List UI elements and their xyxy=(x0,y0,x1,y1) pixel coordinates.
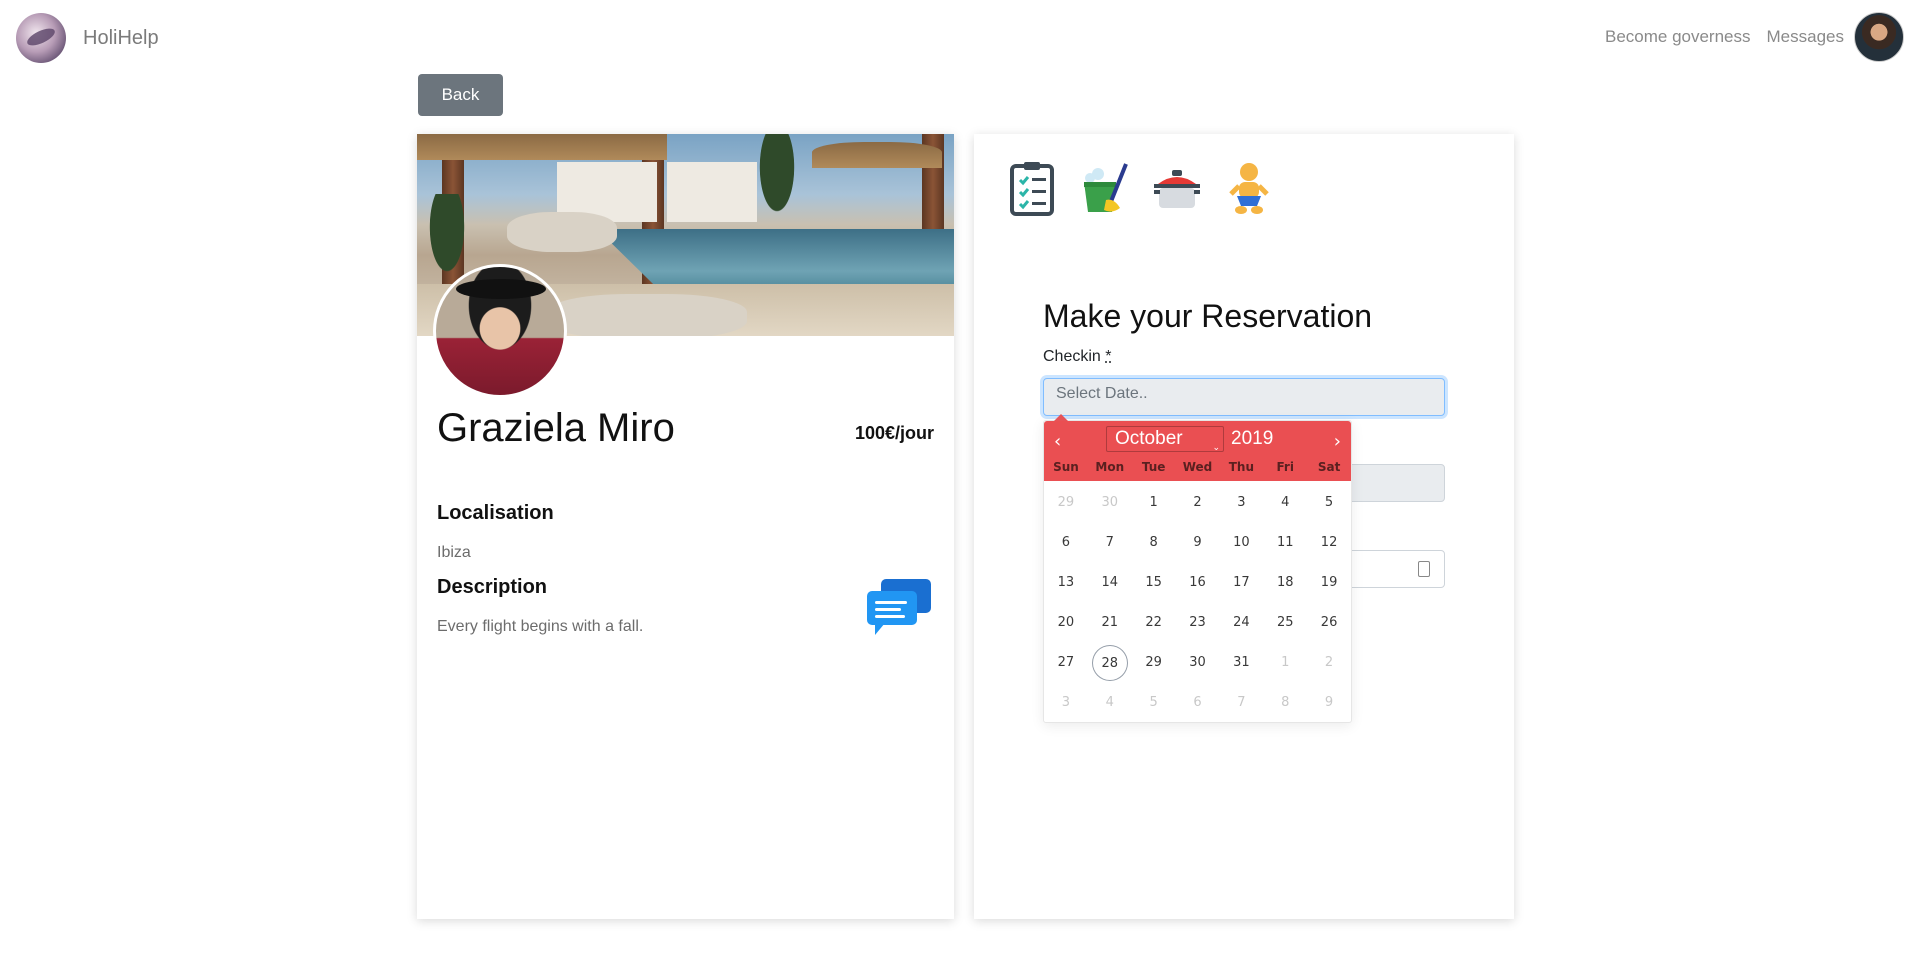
calendar-day[interactable]: 5 xyxy=(1311,485,1347,521)
calendar-day[interactable]: 15 xyxy=(1136,565,1172,601)
calendar-day[interactable]: 6 xyxy=(1180,685,1216,721)
calendar-day[interactable]: 30 xyxy=(1092,485,1128,521)
profile-name: Graziela Miro xyxy=(437,406,675,450)
user-avatar[interactable] xyxy=(1854,12,1904,62)
calendar-day-today[interactable]: 28 xyxy=(1091,645,1128,681)
calendar-day[interactable]: 21 xyxy=(1092,605,1128,641)
calendar-day[interactable]: 24 xyxy=(1223,605,1259,641)
calendar-day[interactable]: 9 xyxy=(1180,525,1216,561)
calendar-day[interactable]: 4 xyxy=(1267,485,1303,521)
calendar-day[interactable]: 31 xyxy=(1223,645,1259,681)
calendar-header: ‹ October ⌄ 2019 › Sun Mon Tue Wed Thu Fri Sat xyxy=(1044,421,1351,481)
calendar-day[interactable]: 1 xyxy=(1267,645,1303,681)
localisation-value: Ibiza xyxy=(437,544,471,561)
calendar-day[interactable]: 19 xyxy=(1311,565,1347,601)
weekday-label: Fri xyxy=(1276,460,1294,474)
calendar-day[interactable]: 6 xyxy=(1048,525,1084,561)
calendar-day[interactable]: 27 xyxy=(1048,645,1084,681)
calendar-day[interactable]: 25 xyxy=(1267,605,1303,641)
calendar-days: 29 30 1 2 3 4 5 6 7 8 9 10 11 12 13 14 15 16 17 18 19 20 21 22 2… xyxy=(1044,485,1351,721)
calendar-day[interactable]: 12 xyxy=(1311,525,1347,561)
cleaning-bucket-icon[interactable] xyxy=(1080,160,1130,216)
description-value: Every flight begins with a fall. xyxy=(437,618,644,635)
calendar-day[interactable]: 9 xyxy=(1311,685,1347,721)
nav-link-become-governess[interactable]: Become governess xyxy=(1605,27,1751,47)
calendar-day[interactable]: 29 xyxy=(1136,645,1172,681)
next-month-icon[interactable]: › xyxy=(1334,431,1341,452)
calendar-day[interactable]: 13 xyxy=(1048,565,1084,601)
calendar-day[interactable]: 8 xyxy=(1267,685,1303,721)
month-select[interactable]: October ⌄ xyxy=(1106,426,1224,452)
weekday-label: Tue xyxy=(1141,460,1166,474)
weekday-label: Sat xyxy=(1317,460,1341,474)
year-input[interactable]: 2019 xyxy=(1231,428,1273,450)
reservation-title: Make your Reservation xyxy=(1043,298,1373,334)
baby-icon[interactable] xyxy=(1224,160,1274,216)
calendar-day[interactable]: 2 xyxy=(1311,645,1347,681)
calendar-day[interactable]: 10 xyxy=(1223,525,1259,561)
navbar: HoliHelp Become governess Messages xyxy=(0,0,1920,76)
calendar-day[interactable]: 17 xyxy=(1223,565,1259,601)
nav-link-messages[interactable]: Messages xyxy=(1767,27,1844,47)
localisation-heading: Localisation xyxy=(437,502,554,524)
calendar-day[interactable]: 3 xyxy=(1048,685,1084,721)
back-button[interactable]: Back xyxy=(418,74,503,116)
profile-avatar xyxy=(433,264,567,398)
calendar-day[interactable]: 5 xyxy=(1136,685,1172,721)
service-icons xyxy=(1008,160,1296,216)
calendar-day[interactable]: 14 xyxy=(1092,565,1128,601)
clipboard-checklist-icon[interactable] xyxy=(1008,160,1058,216)
calendar-day[interactable]: 8 xyxy=(1136,525,1172,561)
month-label: October xyxy=(1115,428,1183,449)
calendar-day[interactable]: 30 xyxy=(1180,645,1216,681)
weekday-row: Sun Mon Tue Wed Thu Fri Sat xyxy=(1044,460,1351,474)
chat-icon[interactable] xyxy=(867,579,933,639)
checkin-date-input[interactable]: Select Date.. xyxy=(1043,378,1445,416)
profile-price: 100€/jour xyxy=(854,423,934,443)
brand-name: HoliHelp xyxy=(83,26,159,49)
calendar-day[interactable]: 3 xyxy=(1223,485,1259,521)
date-picker-calendar: ‹ October ⌄ 2019 › Sun Mon Tue Wed Thu Fri Sat… xyxy=(1043,414,1352,723)
calendar-day[interactable]: 26 xyxy=(1311,605,1347,641)
brand-logo xyxy=(16,13,66,63)
weekday-label: Mon xyxy=(1095,460,1125,474)
weekday-label: Wed xyxy=(1182,460,1213,474)
calendar-day[interactable]: 22 xyxy=(1136,605,1172,641)
calendar-day[interactable]: 29 xyxy=(1048,485,1084,521)
calendar-day[interactable]: 11 xyxy=(1267,525,1303,561)
calendar-day[interactable]: 1 xyxy=(1136,485,1172,521)
brand[interactable]: HoliHelp xyxy=(16,13,159,63)
checkin-label: Checkin * xyxy=(1043,348,1112,366)
checkin-label-text: Checkin xyxy=(1043,348,1101,365)
profile-card: Graziela Miro 100€/jour Localisation Ibi… xyxy=(417,134,954,919)
description-heading: Description xyxy=(437,576,548,598)
nav-right: Become governess Messages xyxy=(1589,12,1904,62)
calendar-icon xyxy=(1418,561,1430,577)
prev-month-icon[interactable]: ‹ xyxy=(1054,431,1061,452)
calendar-day[interactable]: 4 xyxy=(1092,685,1128,721)
calendar-day[interactable]: 20 xyxy=(1048,605,1084,641)
weekday-label: Thu xyxy=(1228,460,1254,474)
cooking-pot-icon[interactable] xyxy=(1152,160,1202,216)
weekday-label: Sun xyxy=(1053,460,1079,474)
calendar-day[interactable]: 16 xyxy=(1180,565,1216,601)
calendar-day[interactable]: 7 xyxy=(1092,525,1128,561)
calendar-day[interactable]: 7 xyxy=(1223,685,1259,721)
required-mark: * xyxy=(1105,348,1112,365)
chevron-down-icon: ⌄ xyxy=(1212,442,1220,452)
calendar-day[interactable]: 23 xyxy=(1180,605,1216,641)
calendar-day[interactable]: 2 xyxy=(1180,485,1216,521)
calendar-day[interactable]: 18 xyxy=(1267,565,1303,601)
